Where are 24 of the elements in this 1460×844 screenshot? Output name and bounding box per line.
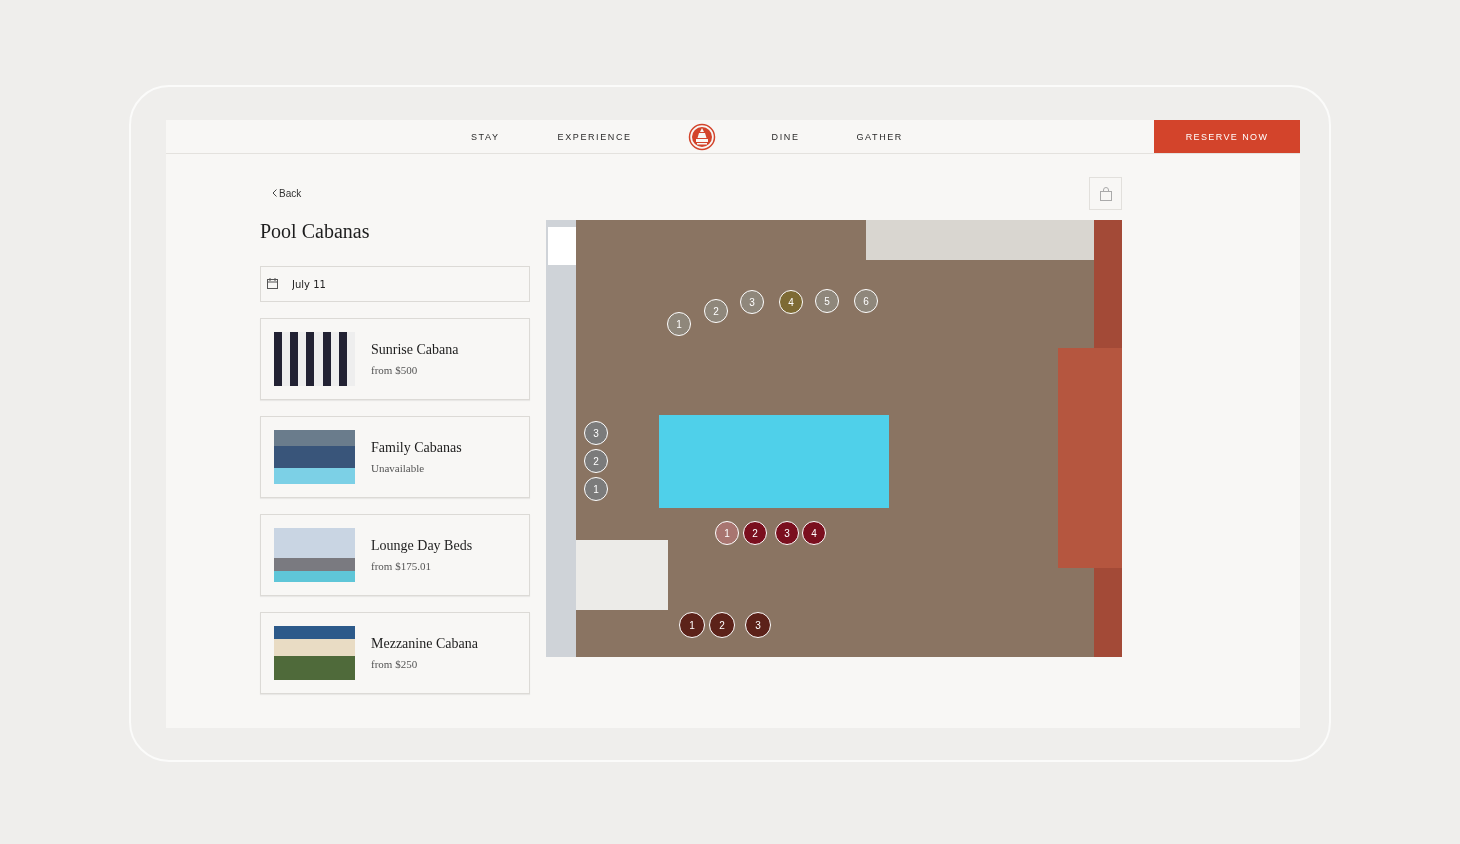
logo-icon[interactable] [687, 122, 716, 151]
nav-link[interactable]: DINE [771, 131, 800, 142]
back-link[interactable]: Back [279, 187, 302, 199]
cabana-option-card[interactable]: Mezzanine Cabana from $250 [260, 612, 530, 694]
nav-link[interactable]: GATHER [856, 131, 903, 142]
option-price: from $175.01 [371, 560, 432, 572]
option-name: Sunrise Cabana [371, 342, 459, 358]
option-price: from $250 [371, 658, 419, 670]
option-name: Mezzanine Cabana [371, 636, 478, 652]
page-title: Pool Cabanas [260, 220, 370, 243]
chevron-left-icon [272, 189, 277, 197]
reserve-now-button[interactable]: RESERVE NOW [1154, 120, 1300, 153]
nav-link[interactable]: STAY [471, 131, 500, 142]
option-name: Family Cabanas [371, 440, 462, 456]
date-field[interactable]: July 11 [260, 266, 530, 302]
option-price: from $500 [371, 364, 419, 376]
shopping-bag-icon[interactable] [1089, 177, 1122, 210]
cabana-option-card[interactable]: Family Cabanas Unavailable [260, 416, 530, 498]
option-price: Unavailable [371, 462, 426, 474]
nav-link[interactable]: EXPERIENCE [557, 131, 632, 142]
cabana-option-card[interactable]: Lounge Day Beds from $175.01 [260, 514, 530, 596]
calendar-icon [267, 278, 278, 289]
cabana-option-card[interactable]: Sunrise Cabana from $500 [260, 318, 530, 400]
option-name: Lounge Day Beds [371, 538, 473, 554]
